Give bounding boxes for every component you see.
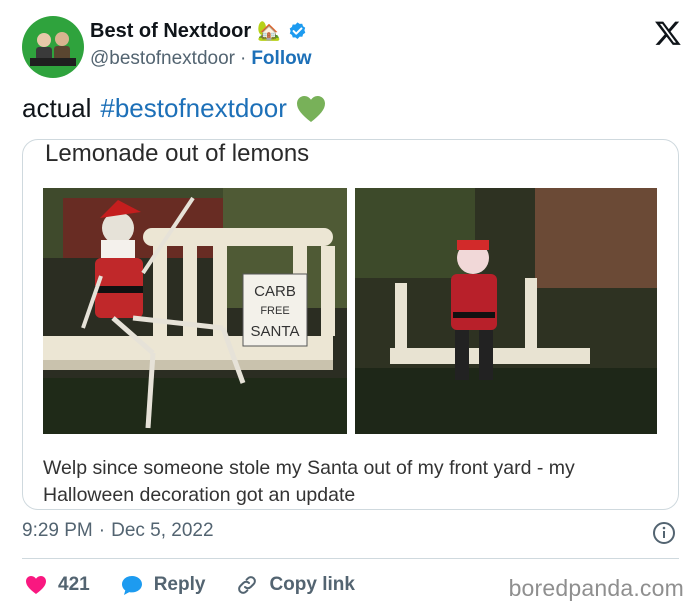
photo-santa-swing[interactable] (355, 188, 657, 434)
copy-link-button[interactable]: Copy link (235, 573, 355, 597)
follow-button[interactable]: Follow (251, 48, 311, 70)
heart-icon (26, 576, 46, 594)
timestamp-row[interactable]: 9:29 PM · Dec 5, 2022 (22, 520, 214, 542)
avatar[interactable] (22, 16, 84, 78)
x-logo-icon[interactable] (654, 19, 682, 47)
tweet-time[interactable]: 9:29 PM (22, 520, 93, 542)
sign-line-3: SANTA (251, 323, 300, 340)
skeleton-santa-illustration: CARB FREE SANTA (43, 188, 347, 434)
like-count: 421 (58, 574, 90, 595)
media-card[interactable]: Lemonade out of lemons CARB FREE SANTA W… (22, 139, 679, 510)
santa-swing-illustration (355, 188, 657, 434)
copy-link-label: Copy link (269, 574, 355, 595)
tweet-header: Best of Nextdoor 🏡 @bestofnextdoor · Fol… (22, 16, 682, 78)
action-bar: 421 Reply Copy link (24, 572, 385, 598)
tweet-text: actual #bestofnextdoor (22, 93, 326, 124)
media-caption: Welp since someone stole my Santa out of… (43, 457, 575, 506)
display-name[interactable]: Best of Nextdoor (90, 20, 251, 43)
green-heart-icon (296, 95, 325, 122)
house-emoji-icon: 🏡 (257, 21, 281, 42)
reply-label: Reply (153, 574, 206, 595)
link-icon (238, 576, 257, 594)
divider (22, 558, 679, 559)
info-icon[interactable] (652, 521, 676, 545)
avatar-puppets-icon (30, 28, 76, 66)
photo-skeleton-santa[interactable]: CARB FREE SANTA (43, 188, 347, 434)
sign-line-2: FREE (260, 305, 289, 317)
handle-separator: · (240, 48, 247, 69)
handle-row: @bestofnextdoor · Follow (90, 48, 311, 70)
media-title: Lemonade out of lemons (45, 140, 310, 167)
handle[interactable]: @bestofnextdoor (90, 48, 235, 70)
watermark: boredpanda.com (508, 575, 684, 601)
timestamp-separator: · (98, 520, 106, 541)
tweet-date[interactable]: Dec 5, 2022 (111, 520, 213, 542)
name-row: Best of Nextdoor 🏡 (90, 20, 308, 43)
like-button[interactable]: 421 (24, 573, 90, 597)
verified-badge-icon (289, 22, 306, 39)
sign-line-1: CARB (254, 283, 296, 300)
tweet-text-prefix: actual (22, 93, 92, 123)
reply-bubble-icon (121, 576, 142, 595)
reply-button[interactable]: Reply (120, 573, 206, 597)
hashtag-link[interactable]: #bestofnextdoor (100, 93, 286, 124)
